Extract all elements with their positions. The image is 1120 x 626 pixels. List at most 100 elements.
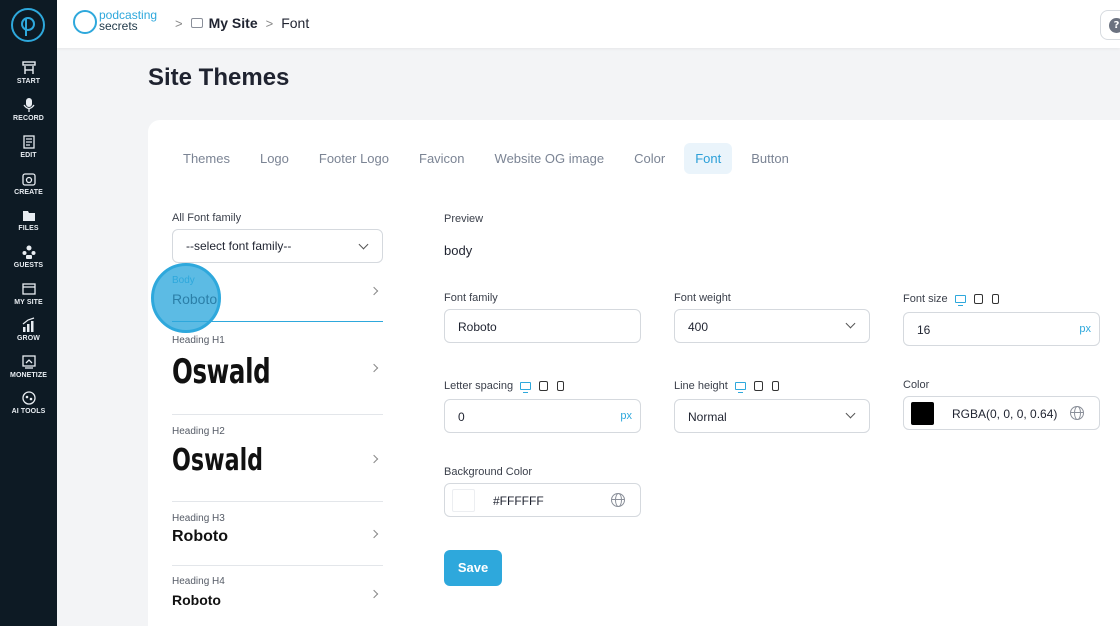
sidebar-item-create[interactable]: CREATE — [0, 171, 57, 196]
guests-icon — [22, 245, 35, 259]
font-family-label: Font family — [444, 292, 498, 304]
breadcrumb: > My Site > Font — [167, 15, 309, 31]
letter-spacing-unit: px — [620, 410, 632, 422]
font-item-category: Heading H2 — [172, 426, 225, 437]
line-height-select[interactable]: Normal — [674, 399, 870, 433]
font-item-font: Roboto — [172, 592, 221, 608]
color-label-text: Color — [903, 379, 930, 391]
save-button[interactable]: Save — [444, 550, 502, 586]
mobile-icon[interactable] — [771, 381, 779, 391]
sidebar-item-ai-tools[interactable]: AI TOOLS — [0, 390, 57, 415]
font-item-heading-h1[interactable]: Heading H1 Oswald — [172, 333, 383, 415]
mobile-icon[interactable] — [991, 294, 999, 304]
sidebar-item-grow[interactable]: GROW — [0, 317, 57, 342]
all-font-family-select[interactable]: --select font family-- — [172, 229, 383, 263]
tab-color[interactable]: Color — [623, 143, 676, 174]
start-icon — [21, 61, 36, 74]
tablet-icon[interactable] — [973, 294, 983, 304]
all-font-family-value: --select font family-- — [186, 239, 292, 253]
color-input[interactable]: RGBA(0, 0, 0, 0.64) — [903, 396, 1100, 430]
desktop-icon[interactable] — [734, 382, 746, 393]
desktop-icon[interactable] — [520, 382, 532, 393]
brand-line-2: secrets — [99, 19, 138, 33]
sidebar-item-files[interactable]: FILES — [0, 207, 57, 232]
letter-spacing-label: Letter spacing — [444, 380, 565, 393]
sidebar-item-edit[interactable]: EDIT — [0, 134, 57, 159]
globe-icon[interactable] — [1070, 406, 1084, 420]
chevron-right-icon — [369, 363, 379, 373]
tab-bar: Themes Logo Footer Logo Favicon Website … — [172, 143, 808, 174]
chevron-down-icon — [845, 408, 856, 419]
font-item-heading-h2[interactable]: Heading H2 Oswald — [172, 426, 383, 502]
font-family-input[interactable]: Roboto — [444, 309, 641, 343]
sidebar-item-monetize[interactable]: MONETIZE — [0, 354, 57, 379]
font-size-value: 16 — [917, 323, 931, 337]
font-size-label: Font size — [903, 293, 999, 306]
tab-font[interactable]: Font — [684, 143, 733, 174]
preview-label: Preview — [444, 213, 484, 225]
tab-website-og-image[interactable]: Website OG image — [484, 143, 616, 174]
letter-spacing-input[interactable]: 0 px — [444, 399, 641, 433]
page-title: Site Themes — [148, 64, 290, 91]
breadcrumb-font: Font — [281, 15, 310, 31]
sidebar-item-start[interactable]: START — [0, 60, 57, 85]
font-item-category: Heading H4 — [172, 576, 225, 587]
tablet-icon[interactable] — [753, 381, 763, 391]
color-swatch[interactable] — [911, 402, 934, 425]
monetize-icon — [21, 355, 36, 369]
sidebar-item-my-site[interactable]: MY SITE — [0, 281, 57, 306]
tab-button[interactable]: Button — [740, 143, 800, 174]
font-size-label-text: Font size — [903, 293, 948, 305]
desktop-icon[interactable] — [954, 295, 966, 306]
files-icon — [22, 211, 35, 221]
tab-footer-logo[interactable]: Footer Logo — [308, 143, 400, 174]
font-size-input[interactable]: 16 px — [903, 312, 1100, 346]
mobile-icon[interactable] — [557, 381, 565, 391]
font-item-category: Body — [172, 275, 195, 286]
font-item-body[interactable]: Body Roboto — [172, 272, 383, 322]
help-button[interactable]: ? — [1100, 10, 1120, 40]
sidebar-item-label: GROW — [17, 335, 40, 342]
globe-icon[interactable] — [611, 493, 625, 507]
sidebar-item-label: EDIT — [20, 152, 37, 159]
my-site-icon — [21, 283, 36, 295]
line-height-label: Line height — [674, 380, 779, 393]
tab-themes[interactable]: Themes — [172, 143, 241, 174]
tab-favicon[interactable]: Favicon — [408, 143, 476, 174]
app-logo[interactable] — [11, 8, 45, 42]
font-weight-select[interactable]: 400 — [674, 309, 870, 343]
background-color-value: #FFFFFF — [493, 494, 544, 508]
font-item-font: Roboto — [172, 291, 218, 307]
font-item-heading-h3[interactable]: Heading H3 Roboto — [172, 513, 383, 566]
color-label: Color — [903, 379, 929, 391]
brand-logo-mark — [73, 10, 97, 34]
all-font-family-label: All Font family — [172, 212, 242, 224]
font-item-heading-h4[interactable]: Heading H4 Roboto — [172, 576, 383, 626]
breadcrumb-my-site[interactable]: My Site — [209, 15, 258, 31]
chevron-right-icon: > — [265, 15, 274, 31]
sidebar-item-record[interactable]: RECORD — [0, 97, 57, 122]
background-color-swatch[interactable] — [452, 489, 475, 512]
themes-card: Themes Logo Footer Logo Favicon Website … — [148, 120, 1120, 626]
chevron-right-icon — [369, 454, 379, 464]
preview-text: body — [444, 243, 473, 258]
tab-logo[interactable]: Logo — [249, 143, 300, 174]
help-icon: ? — [1109, 18, 1120, 33]
font-item-font: Roboto — [172, 528, 228, 545]
font-weight-value: 400 — [688, 320, 709, 334]
tablet-icon[interactable] — [539, 381, 549, 391]
sidebar-item-guests[interactable]: GUESTS — [0, 244, 57, 269]
letter-spacing-label-text: Letter spacing — [444, 380, 514, 392]
grow-icon — [22, 317, 34, 332]
chevron-down-icon — [358, 239, 369, 250]
microphone-icon — [22, 98, 35, 112]
create-icon — [21, 173, 36, 186]
sidebar-item-label: AI TOOLS — [11, 408, 46, 415]
sidebar-item-label: MY SITE — [14, 299, 43, 306]
sidebar-item-label: FILES — [18, 225, 39, 232]
sidebar-item-label: GUESTS — [13, 262, 44, 269]
line-height-label-text: Line height — [674, 380, 728, 392]
background-color-input[interactable]: #FFFFFF — [444, 483, 641, 517]
font-family-value: Roboto — [458, 320, 497, 334]
brand-logo[interactable]: podcasting secrets — [73, 9, 163, 37]
